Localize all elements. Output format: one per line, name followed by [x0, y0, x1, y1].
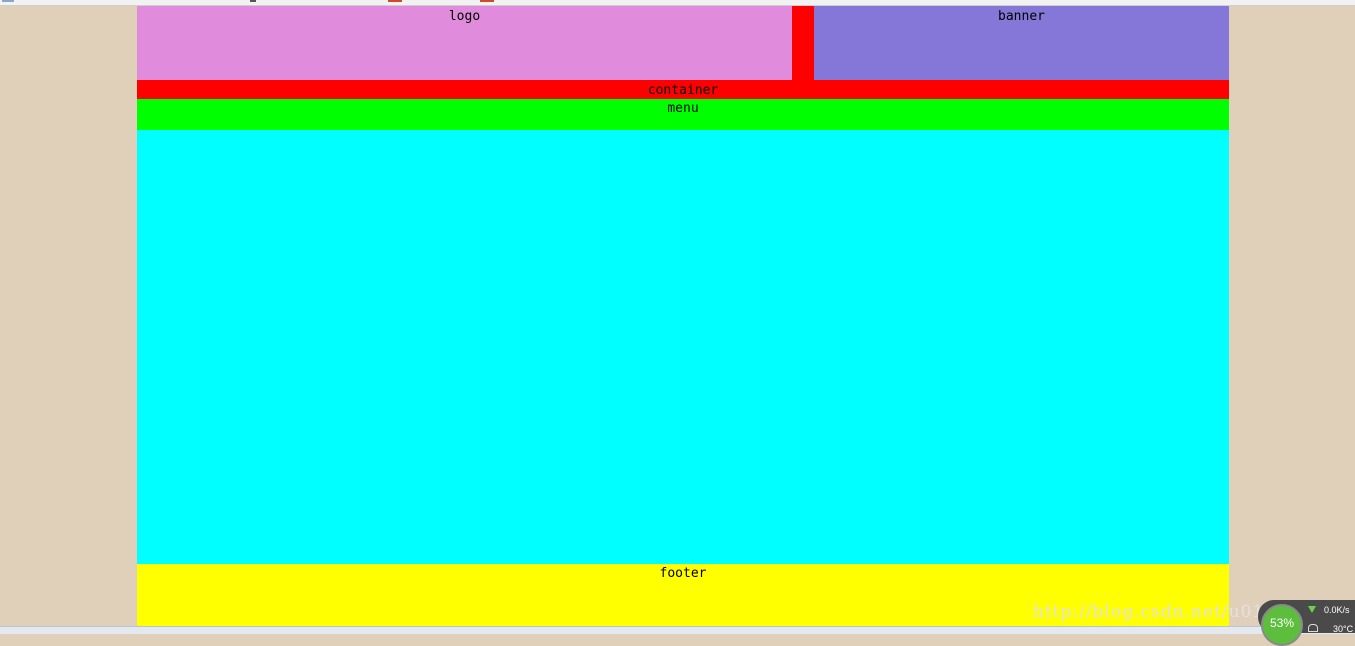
network-icon	[1308, 624, 1318, 632]
footer-label: footer	[659, 566, 707, 581]
tab-icon[interactable]	[480, 0, 494, 2]
tab-icon[interactable]	[388, 0, 402, 2]
content-area	[137, 130, 1229, 564]
tab-icon[interactable]	[250, 0, 256, 2]
container-block: logo banner container menu footer	[137, 6, 1229, 626]
container-label: container	[647, 83, 719, 98]
net-speed-readout: 0.0K/s	[1324, 605, 1350, 615]
logo-block: logo	[137, 6, 792, 80]
tab-icon[interactable]	[2, 0, 14, 2]
download-arrow-icon	[1308, 606, 1316, 613]
system-monitor-widget[interactable]: 53% 0.0K/s 30°C	[1258, 600, 1355, 646]
banner-label: banner	[998, 9, 1045, 24]
cpu-usage-gauge: 53%	[1261, 604, 1303, 646]
banner-block: banner	[814, 6, 1229, 80]
menu-block: menu	[137, 99, 1229, 130]
menu-label: menu	[667, 101, 699, 116]
logo-label: logo	[448, 9, 481, 24]
